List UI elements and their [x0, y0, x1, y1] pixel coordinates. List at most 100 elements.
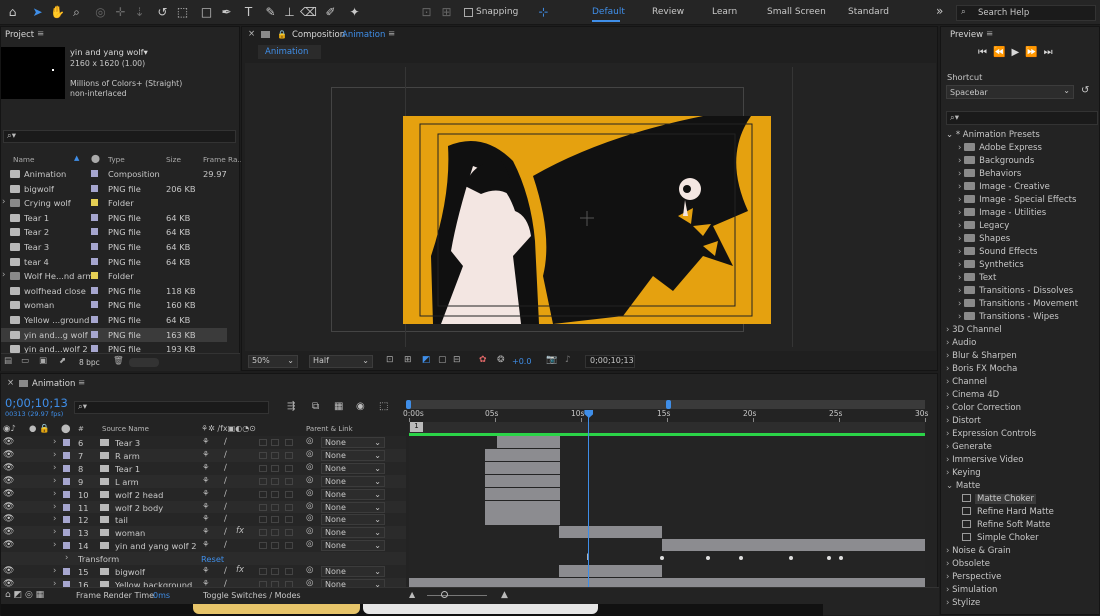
- label-color-chip[interactable]: [63, 503, 70, 511]
- panel-menu-icon[interactable]: ≡: [37, 29, 44, 39]
- pick-whip-icon[interactable]: ◎: [306, 475, 313, 485]
- comp-marker[interactable]: 1: [410, 422, 423, 432]
- 3d-layer-switch[interactable]: [285, 490, 293, 498]
- footer-icons[interactable]: ⌂ ◩ ◎ ▦: [5, 590, 44, 600]
- delete-icon[interactable]: 🗑: [113, 356, 124, 366]
- pick-whip-icon[interactable]: ◎: [306, 449, 313, 459]
- label-color-chip[interactable]: [63, 451, 70, 459]
- 3d-layer-switch[interactable]: [285, 529, 293, 537]
- workspace-learn[interactable]: Learn: [712, 7, 737, 17]
- resolution-dropdown[interactable]: Half ⌄: [309, 355, 373, 368]
- effect-category[interactable]: › Blur & Sharpen: [946, 351, 1017, 361]
- preview-menu-icon[interactable]: ≡: [986, 29, 993, 39]
- preset-folder[interactable]: › Legacy: [946, 221, 1009, 231]
- layer-duration-bar[interactable]: [484, 487, 561, 500]
- label-column-icon[interactable]: ⬤: [91, 154, 100, 163]
- project-item[interactable]: Tear 2 PNG file 64 KB: [1, 225, 227, 239]
- exposure-value[interactable]: +0.0: [512, 357, 531, 366]
- pick-whip-icon[interactable]: ◎: [306, 501, 313, 511]
- layer-duration-bar[interactable]: [484, 448, 561, 461]
- roto-brush-icon[interactable]: ✐: [322, 4, 339, 21]
- shortcut-dropdown[interactable]: Spacebar ⌄: [946, 85, 1074, 99]
- effect-category[interactable]: › 3D Channel: [946, 325, 1002, 335]
- effect-category[interactable]: › Perspective: [946, 572, 1001, 582]
- adjustment-switch[interactable]: [271, 477, 279, 485]
- next-frame-icon[interactable]: ⏩: [1025, 47, 1043, 58]
- local-axis-icon[interactable]: ⊡: [418, 4, 435, 21]
- taskbar-item-active[interactable]: [193, 604, 360, 614]
- 3d-layer-switch[interactable]: [285, 503, 293, 511]
- 3d-layer-switch[interactable]: [285, 568, 293, 575]
- quality-icon[interactable]: ∕: [224, 450, 227, 460]
- keyframe[interactable]: [788, 556, 793, 561]
- zoom-slider[interactable]: [427, 595, 487, 596]
- parent-dropdown[interactable]: None ⌄: [321, 566, 385, 577]
- show-snapshot-icon[interactable]: ♪: [565, 355, 571, 365]
- preview-tab[interactable]: Preview: [950, 30, 983, 40]
- quality-icon[interactable]: ∕: [224, 566, 227, 576]
- quality-icon[interactable]: ∕: [224, 489, 227, 499]
- comp-name[interactable]: yin and yang wolf▾: [70, 47, 148, 57]
- snapping-checkbox[interactable]: [464, 8, 473, 17]
- shy-icon[interactable]: ⚘: [202, 437, 210, 447]
- taskbar-item[interactable]: [363, 604, 598, 614]
- effect-category[interactable]: › Audio: [946, 338, 976, 348]
- adjustment-switch[interactable]: [271, 542, 279, 550]
- project-tab[interactable]: Project: [5, 30, 34, 40]
- preset-folder[interactable]: › Sound Effects: [946, 247, 1037, 257]
- effect-category[interactable]: › Distort: [946, 416, 981, 426]
- rotation-tool-icon[interactable]: ↺: [154, 4, 171, 21]
- layer-duration-bar[interactable]: [661, 539, 925, 552]
- label-color-chip[interactable]: [91, 170, 98, 177]
- label-color-chip[interactable]: [91, 257, 98, 265]
- preset-folder[interactable]: › Transitions - Dissolves: [946, 286, 1073, 296]
- chevron-right-icon[interactable]: ›: [53, 450, 56, 460]
- comp-mini-flowchart-icon[interactable]: ⇶: [287, 401, 295, 412]
- motion-blur-switch[interactable]: [259, 451, 267, 459]
- adjustment-switch[interactable]: [271, 451, 279, 459]
- layer-name[interactable]: Tear 3: [115, 438, 140, 448]
- chevron-right-icon[interactable]: ›: [2, 197, 5, 207]
- exposure-reset-icon[interactable]: ❂: [497, 355, 505, 365]
- bpc-indicator[interactable]: 8 bpc: [79, 358, 100, 367]
- effect-category[interactable]: › Expression Controls: [946, 429, 1036, 439]
- zoom-tool-icon[interactable]: ⌕: [68, 4, 85, 21]
- rectangle-tool-icon[interactable]: □: [198, 4, 215, 21]
- layer-name[interactable]: L arm: [115, 477, 139, 487]
- preset-folder[interactable]: › Behaviors: [946, 169, 1021, 179]
- text-tool-icon[interactable]: T: [240, 4, 257, 21]
- pick-whip-icon[interactable]: ◎: [306, 565, 313, 575]
- col-frame-rate[interactable]: Frame Ra...: [203, 155, 244, 164]
- zoom-in-icon[interactable]: ▲: [501, 590, 508, 600]
- effect-category[interactable]: › Boris FX Mocha: [946, 364, 1017, 374]
- comp-viewer[interactable]: [245, 63, 936, 351]
- layer-duration-bar[interactable]: [558, 565, 662, 577]
- quality-icon[interactable]: ∕: [224, 540, 227, 550]
- motion-blur-switch[interactable]: [259, 516, 267, 524]
- layer-duration-bar[interactable]: [484, 461, 561, 474]
- label-color-chip[interactable]: [63, 490, 70, 498]
- timeline-tab[interactable]: Animation: [32, 379, 75, 389]
- 3d-layer-switch[interactable]: [285, 439, 293, 446]
- transform-row[interactable]: › Transform Reset: [1, 552, 406, 566]
- effect-category[interactable]: › Stylize: [946, 598, 980, 608]
- effect-category[interactable]: › Simulation: [946, 585, 997, 595]
- preset-folder[interactable]: › Image - Special Effects: [946, 195, 1076, 205]
- lock-column-icon[interactable]: ● 🔒: [29, 424, 50, 434]
- prev-frame-icon[interactable]: ⏪: [993, 47, 1011, 58]
- chevron-right-icon[interactable]: ›: [53, 566, 56, 576]
- shy-icon[interactable]: ⚘: [202, 450, 210, 460]
- preset-folder[interactable]: › Text: [946, 273, 996, 283]
- shy-icon[interactable]: ⚘: [202, 514, 210, 524]
- toggle-switches-modes[interactable]: Toggle Switches / Modes: [203, 591, 301, 600]
- new-folder-icon[interactable]: ▭: [21, 356, 29, 366]
- project-item[interactable]: bigwolf PNG file 206 KB: [1, 182, 227, 196]
- layer-name[interactable]: woman: [115, 528, 145, 538]
- project-search-input[interactable]: ⌕▾: [3, 130, 236, 143]
- workspace-standard[interactable]: Standard: [848, 7, 889, 17]
- motion-blur-switch[interactable]: [259, 439, 267, 446]
- motion-blur-switch[interactable]: [259, 503, 267, 511]
- animation-presets-header[interactable]: ⌄ * Animation Presets: [946, 130, 1040, 140]
- workspace-review[interactable]: Review: [652, 7, 684, 17]
- effect-item[interactable]: Matte Choker: [946, 494, 1037, 504]
